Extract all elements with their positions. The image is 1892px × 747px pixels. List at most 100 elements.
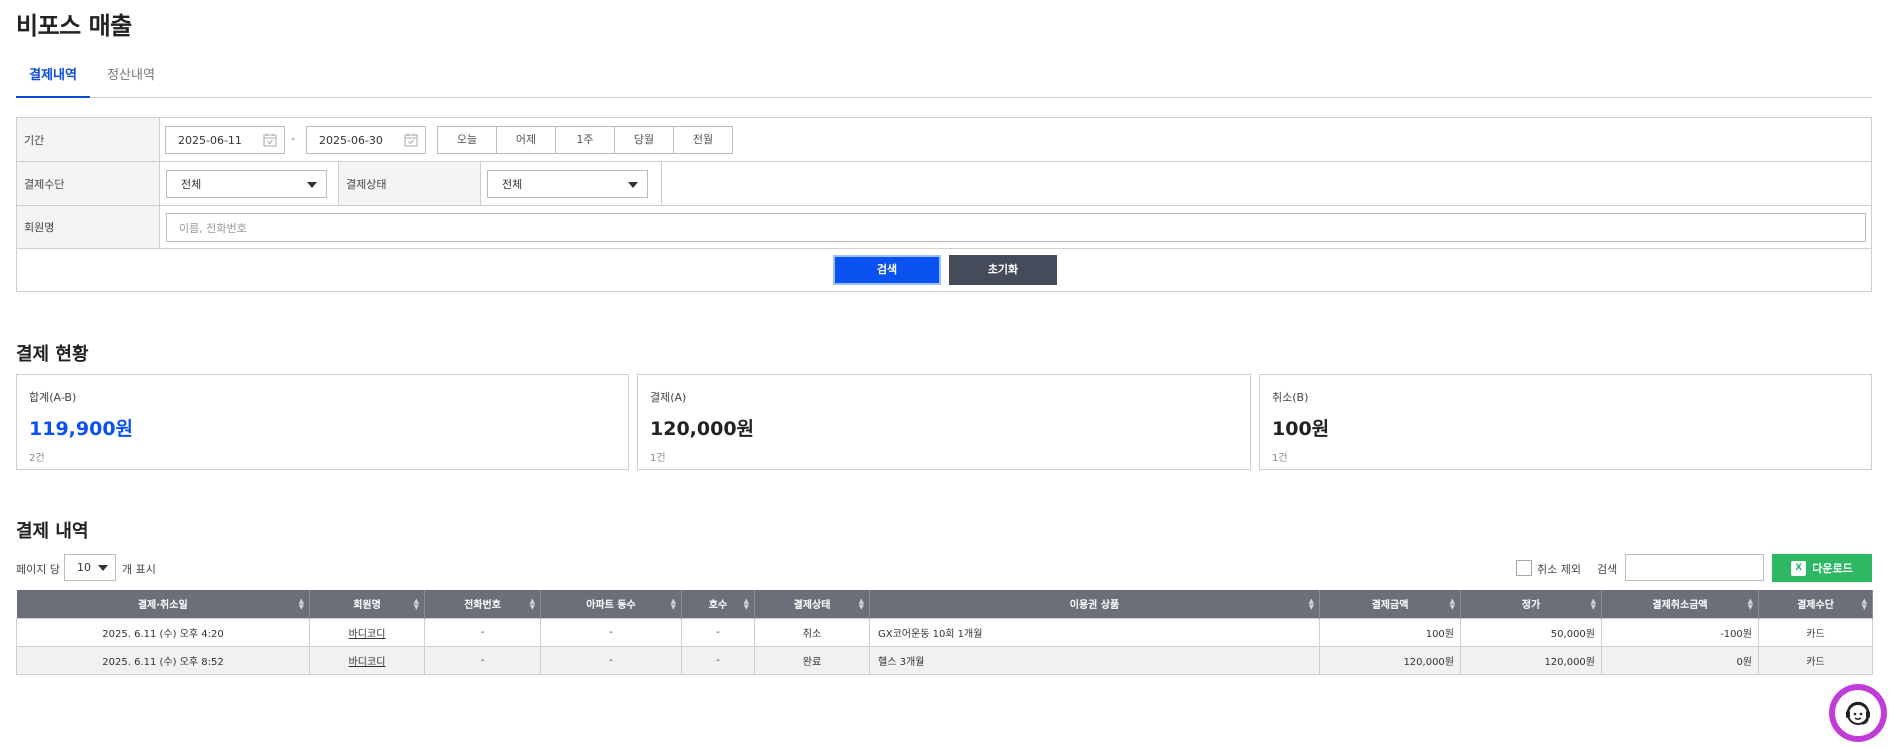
card-count: 2건 (29, 453, 45, 464)
column-header[interactable]: 호수 ▲ ▼ (681, 590, 755, 618)
cell-amount: 100원 (1319, 617, 1461, 647)
tab-bar: 결제내역 정산내역 (16, 60, 1872, 98)
card-amount: 119,900원 (29, 418, 134, 440)
cell-unit: - (681, 645, 755, 675)
sort-icon: ▲ ▼ (858, 597, 864, 611)
date-to-value: 2025-06-30 (319, 133, 383, 147)
quick-range-this-month[interactable]: 당월 (614, 126, 674, 154)
card-amount: 120,000원 (650, 418, 755, 440)
filter-row-member: 회원명 이름, 전화번호 (17, 206, 1871, 249)
divider (661, 162, 662, 205)
tab-settlement-history[interactable]: 정산내역 (90, 60, 172, 98)
tab-payment-history[interactable]: 결제내역 (16, 60, 90, 98)
cell-phone: - (424, 617, 541, 647)
column-header[interactable]: 결제상태 ▲ ▼ (754, 590, 870, 618)
column-header[interactable]: 아파트 동수 ▲ ▼ (540, 590, 682, 618)
column-header[interactable]: 이용권 상품 ▲ ▼ (869, 590, 1320, 618)
date-separator: - (291, 132, 295, 145)
cell-status: 취소 (754, 617, 870, 647)
download-label: 다운로드 (1812, 562, 1853, 575)
sort-icon: ▲ ▼ (670, 597, 676, 611)
cell-date: 2025. 6.11 (수) 오후 8:52 (16, 645, 310, 675)
column-header[interactable]: 정가 ▲ ▼ (1460, 590, 1602, 618)
card-amount: 100원 (1272, 418, 1330, 440)
per-page-suffix: 개 표시 (122, 563, 156, 576)
table-search-label: 검색 (1597, 563, 1618, 576)
chevron-down-icon (98, 565, 108, 571)
cell-member-link[interactable]: 바디코디 (309, 617, 425, 647)
cell-cancel-amount: -100원 (1601, 617, 1759, 647)
support-agent-icon (1835, 690, 1881, 736)
cell-date: 2025. 6.11 (수) 오후 4:20 (16, 617, 310, 647)
period-label: 기간 (17, 118, 160, 161)
sort-icon: ▲ ▼ (1747, 597, 1753, 611)
history-section-title: 결제 내역 (16, 521, 89, 542)
filter-panel: 기간 2025-06-11 - 2025-06-30 오늘 어제 1주 당월 전… (16, 117, 1872, 292)
chevron-down-icon (307, 182, 317, 188)
column-header[interactable]: 전화번호 ▲ ▼ (424, 590, 541, 618)
cell-amount: 120,000원 (1319, 645, 1461, 675)
quick-range-group: 오늘 어제 1주 당월 전월 (437, 126, 733, 154)
card-label: 합계(A-B) (29, 391, 77, 404)
sort-icon: ▲ ▼ (298, 597, 304, 611)
cell-cancel-amount: 0원 (1601, 645, 1759, 675)
payment-method-select[interactable]: 전체 (166, 170, 327, 198)
excel-icon: X (1791, 560, 1807, 576)
sort-icon: ▲ ▼ (529, 597, 535, 611)
calendar-icon[interactable] (262, 132, 278, 148)
support-chat-button[interactable] (1829, 684, 1887, 742)
payment-status-label: 결제상태 (338, 162, 481, 205)
member-search-input[interactable]: 이름, 전화번호 (166, 213, 1866, 242)
sort-icon: ▲ ▼ (1449, 597, 1455, 611)
cell-member-link[interactable]: 바디코디 (309, 645, 425, 675)
date-from-value: 2025-06-11 (178, 133, 242, 147)
cell-method: 카드 (1758, 645, 1873, 675)
table-row[interactable]: 2025. 6.11 (수) 오후 8:52 바디코디 - - - 완료 헬스 … (16, 645, 1873, 675)
chevron-down-icon (628, 182, 638, 188)
sort-icon: ▲ ▼ (1308, 597, 1314, 611)
table-search-input[interactable] (1625, 554, 1764, 581)
reset-button[interactable]: 초기화 (949, 255, 1057, 285)
card-count: 1건 (1272, 453, 1288, 464)
column-header[interactable]: 결제·취소일 ▲ ▼ (16, 590, 310, 618)
cell-unit: - (681, 617, 755, 647)
column-header[interactable]: 결제수단 ▲ ▼ (1758, 590, 1873, 618)
sort-icon: ▲ ▼ (413, 597, 419, 611)
exclude-cancel-label[interactable]: 취소 제외 (1537, 561, 1581, 577)
date-from-input[interactable]: 2025-06-11 (165, 126, 285, 154)
per-page-label: 페이지 당 (16, 563, 60, 576)
cell-status: 완료 (754, 645, 870, 675)
per-page-select[interactable]: 10 (64, 554, 116, 581)
search-button[interactable]: 검색 (833, 255, 941, 285)
quick-range-yesterday[interactable]: 어제 (496, 126, 556, 154)
cell-price: 120,000원 (1460, 645, 1602, 675)
calendar-icon[interactable] (403, 132, 419, 148)
column-header[interactable]: 회원명 ▲ ▼ (309, 590, 425, 618)
table-row[interactable]: 2025. 6.11 (수) 오후 4:20 바디코디 - - - 취소 GX코… (16, 617, 1873, 647)
summary-card-cancel: 취소(B) 100원 1건 (1259, 374, 1872, 470)
cell-method: 카드 (1758, 617, 1873, 647)
quick-range-last-month[interactable]: 전월 (673, 126, 733, 154)
column-header[interactable]: 결제취소금액 ▲ ▼ (1601, 590, 1759, 618)
column-header[interactable]: 결제금액 ▲ ▼ (1319, 590, 1461, 618)
cell-product: 헬스 3개월 (869, 645, 1320, 675)
cell-building: - (540, 645, 682, 675)
summary-section-title: 결제 현황 (16, 344, 89, 365)
sort-icon: ▲ ▼ (1590, 597, 1596, 611)
download-button[interactable]: X 다운로드 (1772, 554, 1872, 582)
cell-product: GX코어운동 10회 1개월 (869, 617, 1320, 647)
cell-price: 50,000원 (1460, 617, 1602, 647)
quick-range-week[interactable]: 1주 (555, 126, 615, 154)
sort-icon: ▲ ▼ (743, 597, 749, 611)
payment-status-select[interactable]: 전체 (487, 170, 648, 198)
exclude-cancel-checkbox[interactable] (1516, 560, 1532, 576)
filter-row-period: 기간 2025-06-11 - 2025-06-30 오늘 어제 1주 당월 전… (17, 118, 1871, 162)
quick-range-today[interactable]: 오늘 (437, 126, 497, 154)
payment-method-label: 결제수단 (17, 162, 160, 205)
payment-method-value: 전체 (181, 178, 202, 191)
cell-phone: - (424, 645, 541, 675)
date-to-input[interactable]: 2025-06-30 (306, 126, 426, 154)
per-page-value: 10 (77, 561, 91, 574)
summary-card-total: 합계(A-B) 119,900원 2건 (16, 374, 629, 470)
filter-row-method-status: 결제수단 전체 결제상태 전체 (17, 162, 1871, 206)
